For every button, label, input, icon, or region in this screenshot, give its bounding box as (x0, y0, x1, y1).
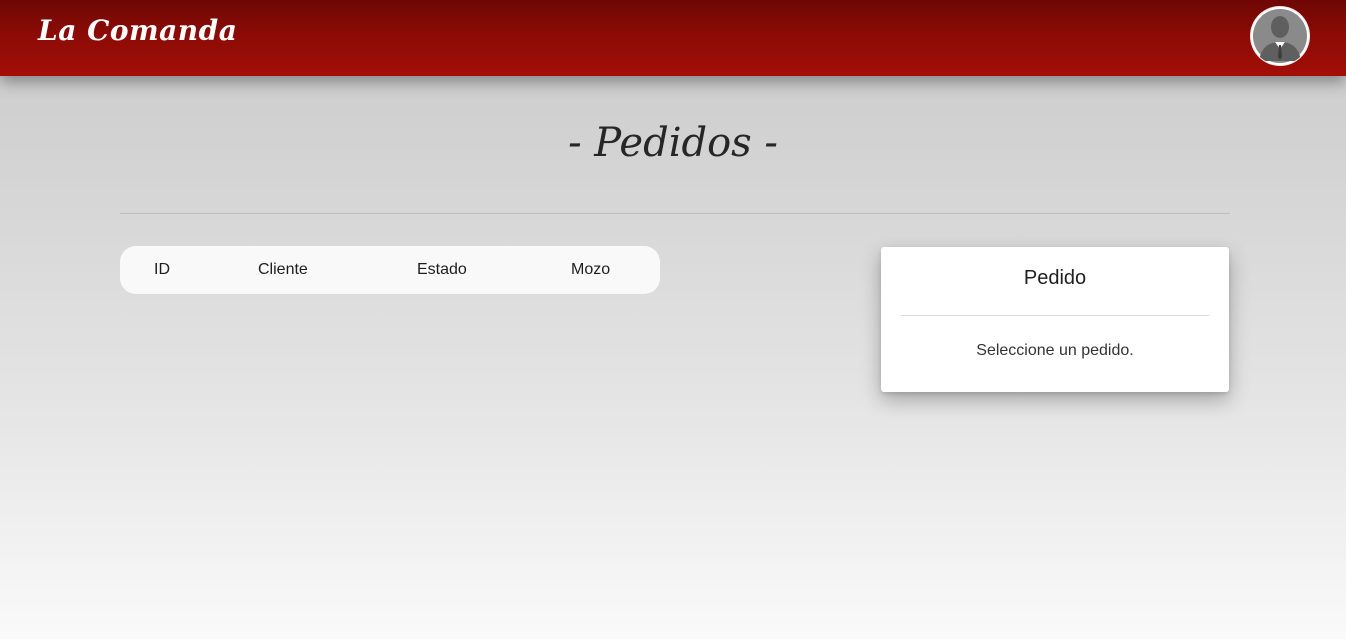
orders-table-header: ID Cliente Estado Mozo (120, 246, 660, 294)
page-title: - Pedidos - (568, 120, 778, 166)
order-detail-card: Pedido Seleccione un pedido. (881, 247, 1229, 392)
column-header-mozo: Mozo (571, 261, 611, 278)
title-divider (120, 213, 1230, 214)
order-detail-empty-message: Seleccione un pedido. (976, 342, 1134, 359)
brand-logo[interactable]: La Comanda (38, 14, 237, 47)
column-header-cliente: Cliente (258, 261, 308, 278)
column-header-estado: Estado (417, 261, 467, 278)
column-header-id: ID (154, 261, 170, 278)
user-avatar-button[interactable] (1251, 7, 1309, 65)
user-avatar-icon (1253, 9, 1307, 63)
order-detail-divider (901, 315, 1209, 316)
order-detail-title: Pedido (1023, 267, 1087, 289)
top-navbar: La Comanda (0, 0, 1346, 76)
